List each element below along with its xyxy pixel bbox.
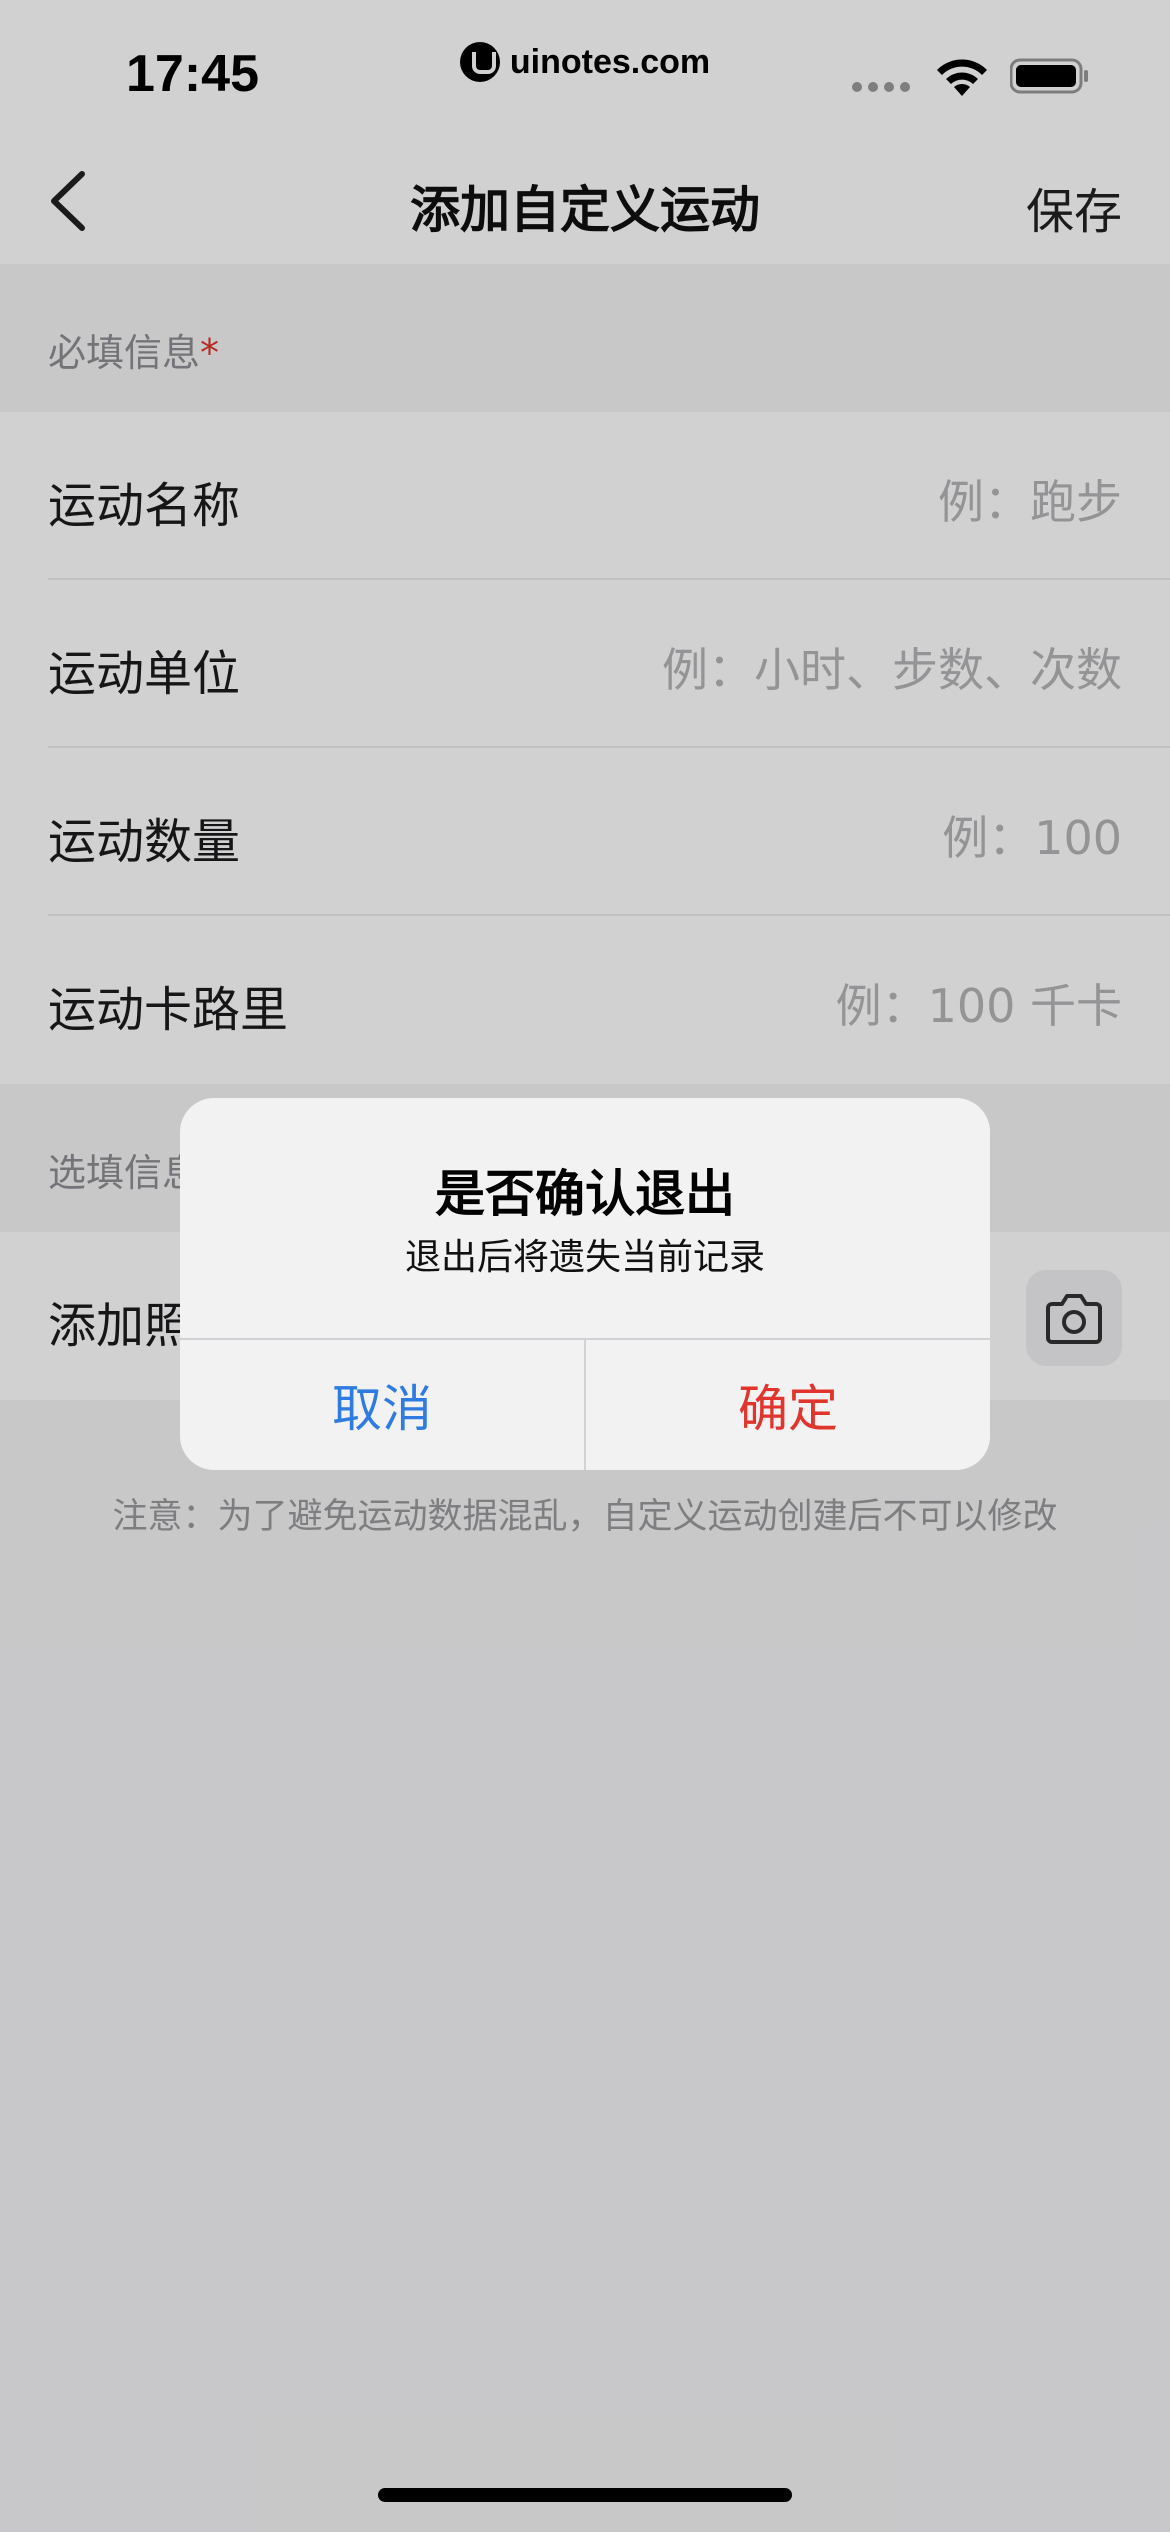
confirm-exit-dialog: 是否确认退出 退出后将遗失当前记录 取消 确定 <box>180 1098 990 1470</box>
cancel-button[interactable]: 取消 <box>180 1340 584 1470</box>
home-indicator[interactable] <box>378 2488 792 2502</box>
dialog-message: 退出后将遗失当前记录 <box>404 1237 765 1278</box>
confirm-button[interactable]: 确定 <box>586 1340 990 1470</box>
screen: 17:45 uinotes.com 添加自定义运动 保存 必填信息* 运动名称 … <box>0 0 1170 2532</box>
dialog-title: 是否确认退出 <box>435 1165 735 1223</box>
